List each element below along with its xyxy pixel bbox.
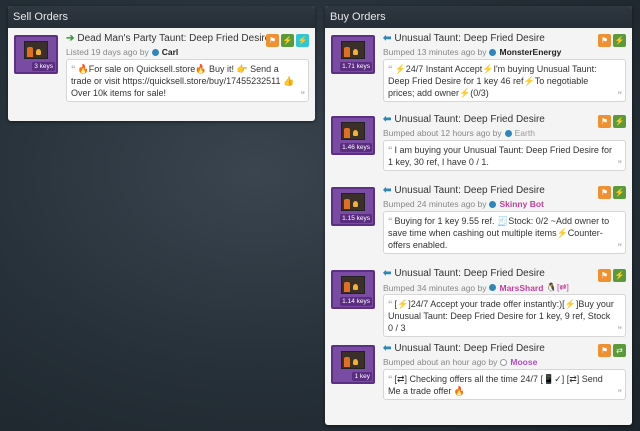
status-dot-icon (500, 358, 508, 366)
item-thumbnail[interactable]: 3 keys (14, 35, 58, 74)
lightning-icon[interactable]: ⚡ (613, 34, 626, 47)
status-dot-icon (504, 129, 512, 137)
user-link[interactable]: Earth (515, 128, 535, 138)
quote-open-icon: “ (388, 299, 393, 309)
sell-arrow-icon: ➔ (66, 33, 75, 44)
status-dot-icon (489, 200, 497, 208)
flag-icon[interactable]: ⚑ (598, 186, 611, 199)
quote-close-icon: ” (300, 90, 306, 100)
order-comment: “[⇄] Checking offers all the time 24/7 [… (383, 369, 626, 400)
item-thumbnail[interactable]: 1.14 keys (331, 270, 375, 309)
order-comment: “I am buying your Unusual Taunt: Deep Fr… (383, 140, 626, 171)
comment-text: 🔥For sale on Quicksell.store🔥 Buy it! 👉 … (71, 64, 295, 98)
comment-text: [⇄] Checking offers all the time 24/7 [📱… (388, 374, 603, 396)
quote-open-icon: “ (388, 216, 393, 226)
flag-icon[interactable]: ⚑ (266, 34, 279, 47)
item-name[interactable]: Dead Man's Party Taunt: Deep Fried Desir… (77, 33, 270, 44)
quote-close-icon: ” (617, 388, 623, 398)
item-thumbnail[interactable]: 1 key (331, 345, 375, 384)
sell-orders-panel: Sell Orders 3 keys ➔ Dead Man's Party Ta… (8, 6, 315, 121)
lightning-icon[interactable]: ⚡ (281, 34, 294, 47)
price-tag: 1 key (352, 372, 372, 381)
user-link[interactable]: Skinny Bot (499, 199, 543, 209)
flag-icon[interactable]: ⚑ (598, 344, 611, 357)
quote-open-icon: “ (71, 64, 76, 74)
order-comment: “⚡24/7 Instant Accept⚡I'm buying Unusual… (383, 59, 626, 102)
user-link[interactable]: MonsterEnergy (499, 47, 561, 57)
quote-open-icon: “ (388, 145, 393, 155)
buy-order-item[interactable]: 1.15 keys ⬅ Unusual Taunt: Deep Fried De… (331, 184, 628, 267)
status-dot-icon (151, 48, 159, 56)
lightning-icon[interactable]: ⚡ (613, 269, 626, 282)
buy-order-item[interactable]: 1.46 keys ⬅ Unusual Taunt: Deep Fried De… (331, 113, 628, 184)
listed-time: Bumped about an hour ago by (383, 357, 498, 367)
item-thumbnail[interactable]: 1.15 keys (331, 187, 375, 226)
status-dot-icon (489, 284, 497, 291)
flag-icon[interactable]: ⚑ (598, 34, 611, 47)
price-tag: 1.71 keys (340, 62, 372, 71)
order-comment: “[⚡]24/7 Accept your trade offer instant… (383, 294, 626, 337)
sell-order-item[interactable]: 3 keys ➔ Dead Man's Party Taunt: Deep Fr… (14, 32, 311, 108)
buy-arrow-icon: ⬅ (383, 114, 392, 125)
sell-orders-header: Sell Orders (8, 6, 315, 28)
buy-order-item[interactable]: 1.71 keys ⬅ Unusual Taunt: Deep Fried De… (331, 32, 628, 113)
comment-text: [⚡]24/7 Accept your trade offer instantl… (388, 299, 614, 333)
listed-time: Bumped 34 minutes ago by (383, 282, 487, 293)
quote-open-icon: “ (388, 64, 393, 74)
buy-orders-header: Buy Orders (325, 6, 632, 28)
listed-time: Bumped 13 minutes ago by (383, 47, 487, 57)
comment-text: I am buying your Unusual Taunt: Deep Fri… (388, 145, 612, 167)
buy-arrow-icon: ⬅ (383, 343, 392, 354)
lightning-icon[interactable]: ⚡ (613, 115, 626, 128)
user-link[interactable]: MarsShard (499, 283, 543, 293)
item-thumbnail[interactable]: 1.71 keys (331, 35, 375, 74)
price-tag: 1.46 keys (340, 143, 372, 152)
item-name[interactable]: Unusual Taunt: Deep Fried Desire (394, 185, 544, 196)
listed-time: Listed 19 days ago by (66, 47, 149, 57)
order-comment: “Buying for 1 key 9.55 ref. 🧾Stock: 0/2 … (383, 211, 626, 254)
buy-order-item[interactable]: 1.14 keys ⬅ Unusual Taunt: Deep Fried De… (331, 267, 628, 342)
comment-text: Buying for 1 key 9.55 ref. 🧾Stock: 0/2 ~… (388, 216, 610, 250)
comment-text: ⚡24/7 Instant Accept⚡I'm buying Unusual … (388, 64, 597, 98)
user-tag: 🐧[⇄] (546, 282, 569, 292)
price-tag: 3 keys (32, 62, 55, 71)
quote-close-icon: ” (617, 90, 623, 100)
listed-time: Bumped 24 minutes ago by (383, 199, 487, 209)
quote-close-icon: ” (617, 159, 623, 169)
flag-icon[interactable]: ⚑ (598, 115, 611, 128)
item-thumbnail[interactable]: 1.46 keys (331, 116, 375, 155)
buy-arrow-icon: ⬅ (383, 33, 392, 44)
flag-icon[interactable]: ⚑ (598, 269, 611, 282)
listed-time: Bumped about 12 hours ago by (383, 128, 502, 138)
quote-open-icon: “ (388, 374, 393, 384)
swap-icon[interactable]: ⇄ (613, 344, 626, 357)
status-dot-icon (489, 48, 497, 56)
lightning-icon[interactable]: ⚡ (296, 34, 309, 47)
quote-close-icon: ” (617, 325, 623, 335)
buy-order-item[interactable]: 1 key ⬅ Unusual Taunt: Deep Fried Desire… (331, 342, 628, 412)
item-name[interactable]: Unusual Taunt: Deep Fried Desire (394, 33, 544, 44)
price-tag: 1.14 keys (340, 297, 372, 306)
order-comment: “🔥For sale on Quicksell.store🔥 Buy it! 👉… (66, 59, 309, 102)
lightning-icon[interactable]: ⚡ (613, 186, 626, 199)
item-name[interactable]: Unusual Taunt: Deep Fried Desire (394, 268, 544, 279)
item-name[interactable]: Unusual Taunt: Deep Fried Desire (394, 114, 544, 125)
quote-close-icon: ” (617, 242, 623, 252)
buy-orders-panel: Buy Orders 1.71 keys ⬅ Unusual Taunt: De… (325, 6, 632, 425)
item-name[interactable]: Unusual Taunt: Deep Fried Desire (394, 343, 544, 354)
user-link[interactable]: Carl (162, 47, 179, 57)
buy-arrow-icon: ⬅ (383, 185, 392, 196)
price-tag: 1.15 keys (340, 214, 372, 223)
user-link[interactable]: Moose (510, 357, 537, 367)
buy-arrow-icon: ⬅ (383, 268, 392, 279)
